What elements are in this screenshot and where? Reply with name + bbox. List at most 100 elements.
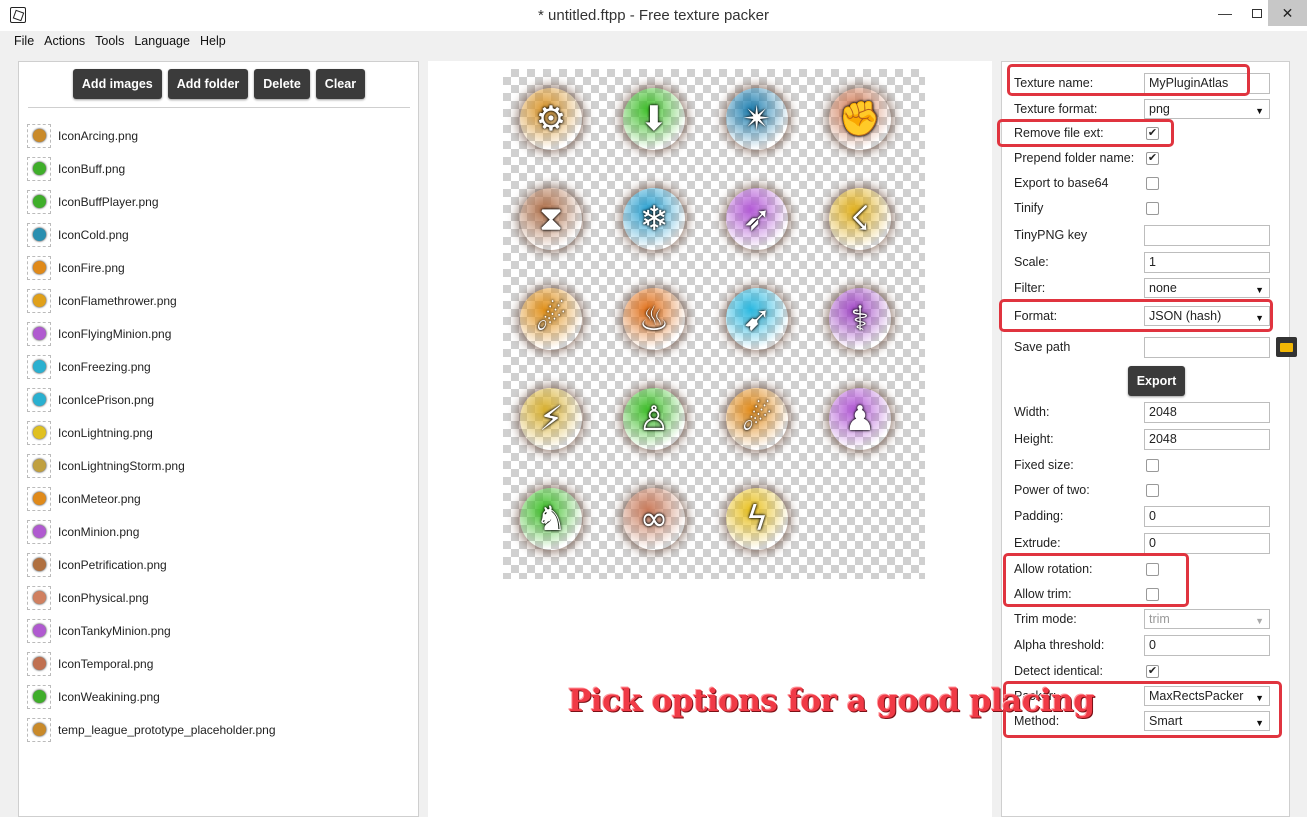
save-path-label: Save path xyxy=(1014,340,1071,354)
file-name: IconFire.png xyxy=(58,260,125,275)
file-thumbnail xyxy=(27,387,51,412)
file-list-item[interactable]: IconCold.png xyxy=(27,218,276,251)
padding-input[interactable]: 0 xyxy=(1144,505,1270,527)
thumbnail-icon xyxy=(32,360,46,373)
file-list-item[interactable]: IconIcePrison.png xyxy=(27,383,276,416)
width-row: Width: 2048 xyxy=(1014,401,1304,423)
thumbnail-icon xyxy=(32,195,46,208)
thumbnail-icon xyxy=(32,525,46,538)
alpha-threshold-input[interactable]: 0 xyxy=(1144,634,1270,656)
file-thumbnail xyxy=(27,552,51,577)
flamethrower-icon: ☄ xyxy=(520,288,582,350)
file-list-item[interactable]: IconBuff.png xyxy=(27,152,276,185)
atlas-sprite: ⧗ xyxy=(511,179,591,259)
annotation-text: Pick options for a good placing xyxy=(568,683,1095,719)
height-label: Height: xyxy=(1014,432,1054,446)
browse-folder-button[interactable] xyxy=(1276,337,1297,357)
title-bar: * untitled.ftpp - Free texture packer — … xyxy=(0,0,1307,31)
file-thumbnail xyxy=(27,156,51,181)
fixed-size-checkbox[interactable] xyxy=(1146,458,1159,472)
delete-button[interactable]: Delete xyxy=(254,69,310,99)
menu-file[interactable]: File xyxy=(14,31,34,53)
file-thumbnail xyxy=(27,321,51,346)
thumbnail-icon xyxy=(32,162,46,175)
atlas-preview: ⚙ ⬇ ✴ ✊ ⧗ ❄ ➶ ☇ ☄ ♨ ➹ ⚕ ⚡ ♙ ☄ ♟ ♞ ∞ ϟ xyxy=(503,69,925,579)
file-list-item[interactable]: IconLightning.png xyxy=(27,416,276,449)
padding-row: Padding: 0 xyxy=(1014,505,1304,527)
file-name: IconIcePrison.png xyxy=(58,392,155,407)
width-input[interactable]: 2048 xyxy=(1144,401,1270,423)
file-thumbnail xyxy=(27,189,51,214)
file-list-item[interactable]: IconBuffPlayer.png xyxy=(27,185,276,218)
file-list-item[interactable]: IconFreezing.png xyxy=(27,350,276,383)
file-list-item[interactable]: IconTankyMinion.png xyxy=(27,614,276,647)
clear-button[interactable]: Clear xyxy=(315,69,366,99)
file-thumbnail xyxy=(27,585,51,610)
file-list-item[interactable]: IconFlyingMinion.png xyxy=(27,317,276,350)
save-path-input[interactable] xyxy=(1144,336,1270,358)
file-list-item[interactable]: IconMeteor.png xyxy=(27,482,276,515)
ice-shards-icon: ➹ xyxy=(726,288,788,350)
file-thumbnail xyxy=(27,288,51,313)
thumbnail-icon xyxy=(32,459,46,472)
export-button[interactable]: Export xyxy=(1128,366,1185,396)
close-button[interactable]: ✕ xyxy=(1268,0,1307,26)
power-of-two-checkbox[interactable] xyxy=(1146,483,1159,497)
menu-language[interactable]: Language xyxy=(134,31,190,53)
scale-row: Scale: 1 xyxy=(1014,251,1304,273)
images-panel: Add images Add folder Delete Clear IconA… xyxy=(18,61,419,817)
file-name: IconMinion.png xyxy=(58,524,140,539)
tinify-checkbox[interactable] xyxy=(1146,201,1159,215)
minimize-button[interactable]: — xyxy=(1207,0,1243,26)
menu-help[interactable]: Help xyxy=(200,31,226,53)
thumbnail-icon xyxy=(32,591,46,604)
file-thumbnail xyxy=(27,684,51,709)
texture-format-label: Texture format: xyxy=(1014,102,1098,116)
prepend-folder-checkbox[interactable]: ✔ xyxy=(1146,151,1159,165)
file-name: IconLightning.png xyxy=(58,425,153,440)
atlas-sprite: ✴ xyxy=(717,79,797,159)
file-name: IconBuffPlayer.png xyxy=(58,194,159,209)
file-list-item[interactable]: IconWeakining.png xyxy=(27,680,276,713)
add-folder-button[interactable]: Add folder xyxy=(167,69,249,99)
detect-identical-row: Detect identical: ✔ xyxy=(1014,660,1304,682)
extrude-row: Extrude: 0 xyxy=(1014,532,1304,554)
extrude-label: Extrude: xyxy=(1014,536,1061,550)
minion-icon: ♟ xyxy=(829,388,891,450)
file-thumbnail xyxy=(27,255,51,280)
file-list-item[interactable]: IconArcing.png xyxy=(27,119,276,152)
fixed-size-label: Fixed size: xyxy=(1014,458,1074,472)
file-thumbnail xyxy=(27,453,51,478)
tinypng-key-row: TinyPNG key xyxy=(1014,224,1304,246)
file-list-item[interactable]: IconFlamethrower.png xyxy=(27,284,276,317)
padding-label: Padding: xyxy=(1014,509,1064,523)
menu-actions[interactable]: Actions xyxy=(44,31,85,53)
file-list-item[interactable]: IconFire.png xyxy=(27,251,276,284)
scale-input[interactable]: 1 xyxy=(1144,251,1270,273)
wing-icon: ➶ xyxy=(726,188,788,250)
file-name: IconMeteor.png xyxy=(58,491,141,506)
file-list-item[interactable]: IconLightningStorm.png xyxy=(27,449,276,482)
extrude-input[interactable]: 0 xyxy=(1144,532,1270,554)
file-list-item[interactable]: IconMinion.png xyxy=(27,515,276,548)
buff-player-icon: ♙ xyxy=(623,388,685,450)
file-list-item[interactable]: temp_league_prototype_placeholder.png xyxy=(27,713,276,746)
menu-tools[interactable]: Tools xyxy=(95,31,124,53)
detect-identical-checkbox[interactable]: ✔ xyxy=(1146,664,1159,678)
file-list-item[interactable]: IconPetrification.png xyxy=(27,548,276,581)
filter-select[interactable]: none xyxy=(1144,278,1270,298)
file-list-item[interactable]: IconPhysical.png xyxy=(27,581,276,614)
thumbnail-icon xyxy=(32,228,46,241)
texture-format-select[interactable]: png xyxy=(1144,99,1270,119)
storm-icon: ☇ xyxy=(829,188,891,250)
add-images-button[interactable]: Add images xyxy=(72,69,162,99)
tinypng-key-input[interactable] xyxy=(1144,224,1270,246)
lightning-storm-icon: ⚡ xyxy=(520,388,582,450)
export-base64-checkbox[interactable] xyxy=(1146,176,1159,190)
file-thumbnail xyxy=(27,222,51,247)
height-input[interactable]: 2048 xyxy=(1144,428,1270,450)
temporal-icon: ∞ xyxy=(623,488,685,550)
file-name: IconTemporal.png xyxy=(58,656,154,671)
file-list-item[interactable]: IconTemporal.png xyxy=(27,647,276,680)
height-row: Height: 2048 xyxy=(1014,428,1304,450)
